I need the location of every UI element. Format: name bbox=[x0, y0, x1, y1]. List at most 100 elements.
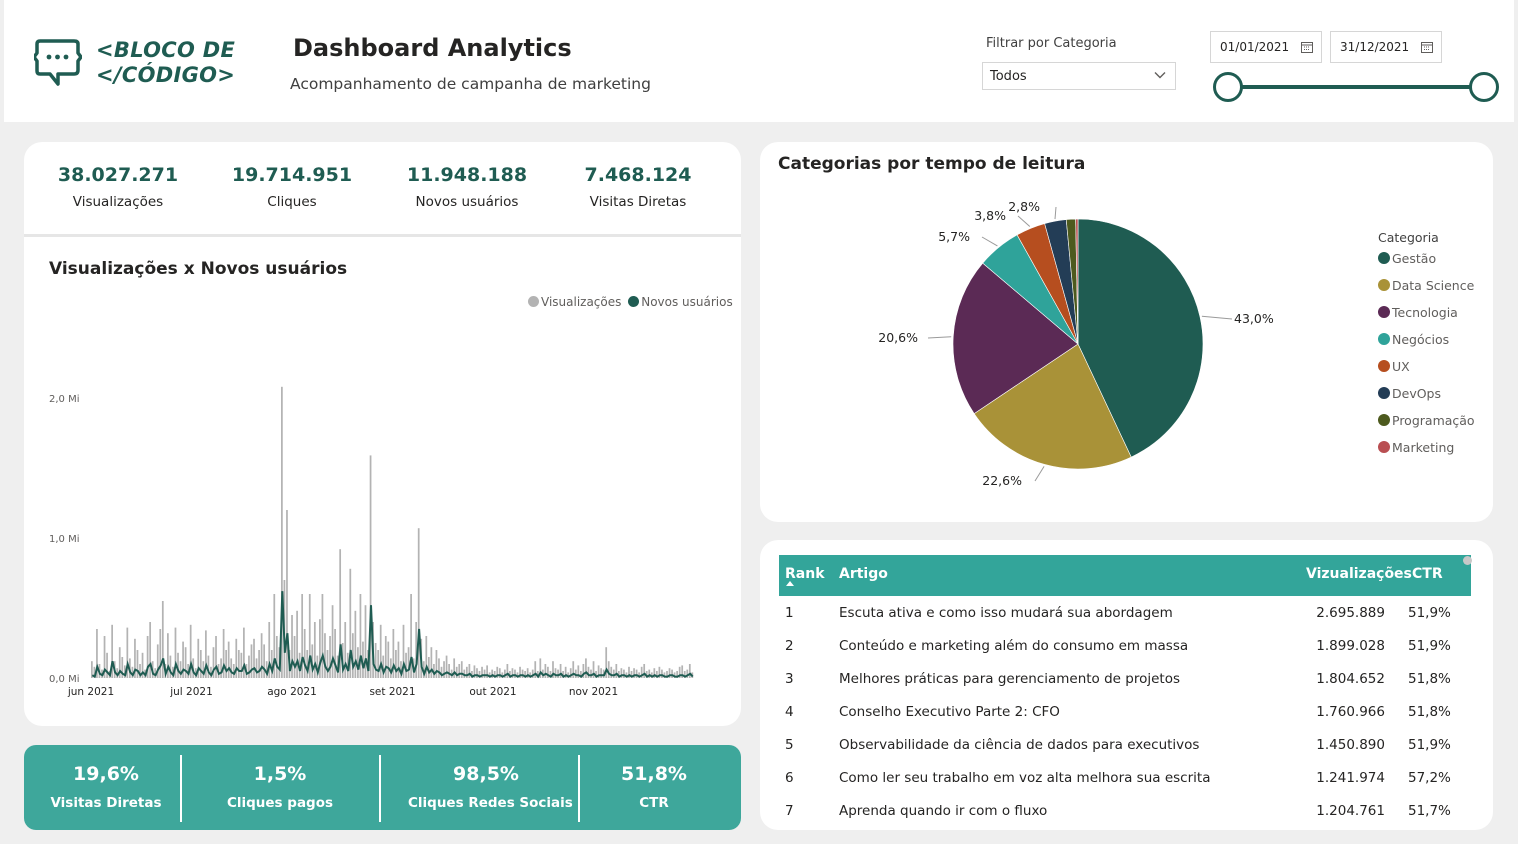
cell-views: 1.241.974 bbox=[1316, 770, 1385, 786]
cell-views: 1.804.652 bbox=[1316, 671, 1385, 687]
cell-artigo: Conteúdo e marketing além do consumo em … bbox=[839, 638, 1189, 654]
column-header-views[interactable]: Vizualizações bbox=[1306, 566, 1412, 582]
bar-visualizacoes bbox=[671, 669, 673, 678]
category-filter-value: Todos bbox=[990, 69, 1027, 84]
bar-visualizacoes bbox=[248, 655, 250, 678]
pie-data-label: 2,8% bbox=[1008, 199, 1040, 214]
calendar-icon[interactable] bbox=[1301, 41, 1313, 53]
bar-visualizacoes bbox=[344, 622, 347, 678]
legend-swatch bbox=[1378, 333, 1390, 345]
sort-ascending-icon[interactable] bbox=[786, 581, 794, 586]
table-row[interactable]: 5 Observabilidade da ciência de dados par… bbox=[779, 729, 1471, 762]
legend-swatch bbox=[1378, 252, 1390, 264]
x-tick-label: nov 2021 bbox=[569, 686, 618, 698]
pie-legend-title: Categoria bbox=[1378, 230, 1439, 245]
legend-label: Negócios bbox=[1392, 332, 1450, 347]
y-tick-label: 0,0 Mi bbox=[49, 674, 80, 685]
bar-visualizacoes bbox=[483, 669, 486, 678]
column-header-rank[interactable]: Rank bbox=[785, 566, 825, 582]
bar-visualizacoes bbox=[357, 647, 359, 678]
kpi-label: CTR bbox=[639, 795, 669, 811]
legend-item-devops[interactable]: DevOps bbox=[1378, 386, 1475, 413]
bar-visualizacoes bbox=[585, 658, 587, 678]
y-tick-label: 1,0 Mi bbox=[49, 534, 80, 545]
legend-swatch bbox=[1378, 279, 1390, 291]
legend-item-ux[interactable]: UX bbox=[1378, 359, 1475, 386]
divider bbox=[379, 755, 381, 822]
bar-visualizacoes bbox=[255, 658, 258, 678]
bar-visualizacoes bbox=[448, 664, 450, 678]
bar-visualizacoes bbox=[377, 650, 380, 678]
kpi-label: Cliques pagos bbox=[226, 795, 334, 811]
bar-visualizacoes bbox=[263, 644, 266, 678]
cell-rank: 5 bbox=[785, 737, 794, 753]
bar-visualizacoes bbox=[199, 650, 202, 678]
category-filter-dropdown[interactable]: Todos bbox=[982, 62, 1176, 90]
bar-visualizacoes bbox=[557, 669, 559, 678]
bar-visualizacoes bbox=[387, 641, 390, 678]
column-header-artigo[interactable]: Artigo bbox=[839, 566, 888, 582]
bar-visualizacoes bbox=[225, 650, 228, 678]
bar-visualizacoes bbox=[610, 666, 613, 678]
brand-line-1: <BLOCO DE bbox=[96, 38, 236, 62]
cell-views: 2.695.889 bbox=[1316, 605, 1385, 621]
calendar-icon[interactable] bbox=[1421, 41, 1433, 53]
date-slider-start-handle[interactable] bbox=[1213, 72, 1243, 102]
table-row[interactable]: 7 Aprenda quando ir com o fluxo 1.204.761 5… bbox=[779, 795, 1471, 828]
divider bbox=[180, 755, 182, 822]
bar-visualizacoes bbox=[643, 664, 646, 678]
cell-artigo: Conselho Executivo Parte 2: CFO bbox=[839, 704, 1060, 720]
table-row[interactable]: 4 Conselho Executivo Parte 2: CFO 1.760.96… bbox=[779, 696, 1471, 729]
bar-visualizacoes bbox=[521, 669, 524, 678]
bar-visualizacoes bbox=[184, 647, 187, 678]
legend-label: Programação bbox=[1392, 413, 1475, 428]
cell-artigo: Observabilidade da ciência de dados para… bbox=[839, 737, 1200, 753]
x-tick-label: jun 2021 bbox=[67, 686, 114, 698]
bar-visualizacoes bbox=[240, 652, 243, 678]
start-date-input[interactable]: 01/01/2021 bbox=[1210, 31, 1322, 63]
table-row[interactable]: 2 Conteúdo e marketing além do consumo em… bbox=[779, 630, 1471, 663]
bar-visualizacoes bbox=[430, 647, 433, 678]
legend-item-programacao[interactable]: Programação bbox=[1378, 413, 1475, 440]
bar-visualizacoes bbox=[427, 657, 430, 678]
table-row[interactable]: 6 Como ler seu trabalho em voz alta melho… bbox=[779, 762, 1471, 795]
cell-ctr: 51,8% bbox=[1408, 704, 1451, 720]
column-header-ctr[interactable]: CTR bbox=[1412, 566, 1443, 582]
table-row[interactable]: 1 Escuta ativa e como isso mudará sua abo… bbox=[779, 597, 1471, 630]
legend-swatch bbox=[1378, 414, 1390, 426]
page-subtitle: Acompanhamento de campanha de marketing bbox=[290, 75, 651, 93]
header-bar: <BLOCO DE </CÓDIGO> Dashboard Analytics … bbox=[4, 0, 1514, 122]
end-date-input[interactable]: 31/12/2021 bbox=[1330, 31, 1442, 63]
date-slider-end-handle[interactable] bbox=[1469, 72, 1499, 102]
legend-item-marketing[interactable]: Marketing bbox=[1378, 440, 1475, 467]
x-tick-label: ago 2021 bbox=[267, 686, 317, 698]
legend-item-data-science[interactable]: Data Science bbox=[1378, 278, 1475, 305]
legend-item-gestao[interactable]: Gestão bbox=[1378, 251, 1475, 278]
bar-visualizacoes bbox=[445, 655, 448, 678]
pie-data-label: 20,6% bbox=[878, 330, 918, 345]
pie-leader-line bbox=[981, 236, 998, 247]
kpi-label: Cliques Redes Sociais bbox=[408, 795, 573, 811]
cell-ctr: 51,7% bbox=[1408, 803, 1451, 819]
scrollbar-thumb[interactable] bbox=[1463, 556, 1472, 565]
bar-visualizacoes bbox=[498, 668, 501, 678]
date-range-slider-track[interactable] bbox=[1232, 85, 1485, 89]
legend-label: DevOps bbox=[1392, 386, 1441, 401]
table-row[interactable]: 3 Melhores práticas para gerenciamento de… bbox=[779, 663, 1471, 696]
bar-visualizacoes bbox=[258, 650, 260, 678]
bar-visualizacoes bbox=[607, 661, 610, 678]
bar-visualizacoes bbox=[334, 629, 336, 678]
kpi-visitas-diretas-pct: 19,6% Visitas Diretas bbox=[38, 763, 174, 811]
legend-item-negocios[interactable]: Negócios bbox=[1378, 332, 1475, 359]
bar-visualizacoes bbox=[612, 669, 615, 678]
legend-item-tecnologia[interactable]: Tecnologia bbox=[1378, 305, 1475, 332]
pie-data-label: 43,0% bbox=[1234, 311, 1274, 326]
bar-visualizacoes bbox=[237, 650, 240, 678]
chevron-down-icon bbox=[1154, 72, 1166, 79]
bar-visualizacoes bbox=[661, 669, 663, 678]
bar-visualizacoes bbox=[384, 636, 387, 678]
cell-views: 1.450.890 bbox=[1316, 737, 1385, 753]
bar-visualizacoes bbox=[136, 650, 139, 678]
bar-visualizacoes bbox=[313, 622, 316, 678]
cell-rank: 1 bbox=[785, 605, 794, 621]
